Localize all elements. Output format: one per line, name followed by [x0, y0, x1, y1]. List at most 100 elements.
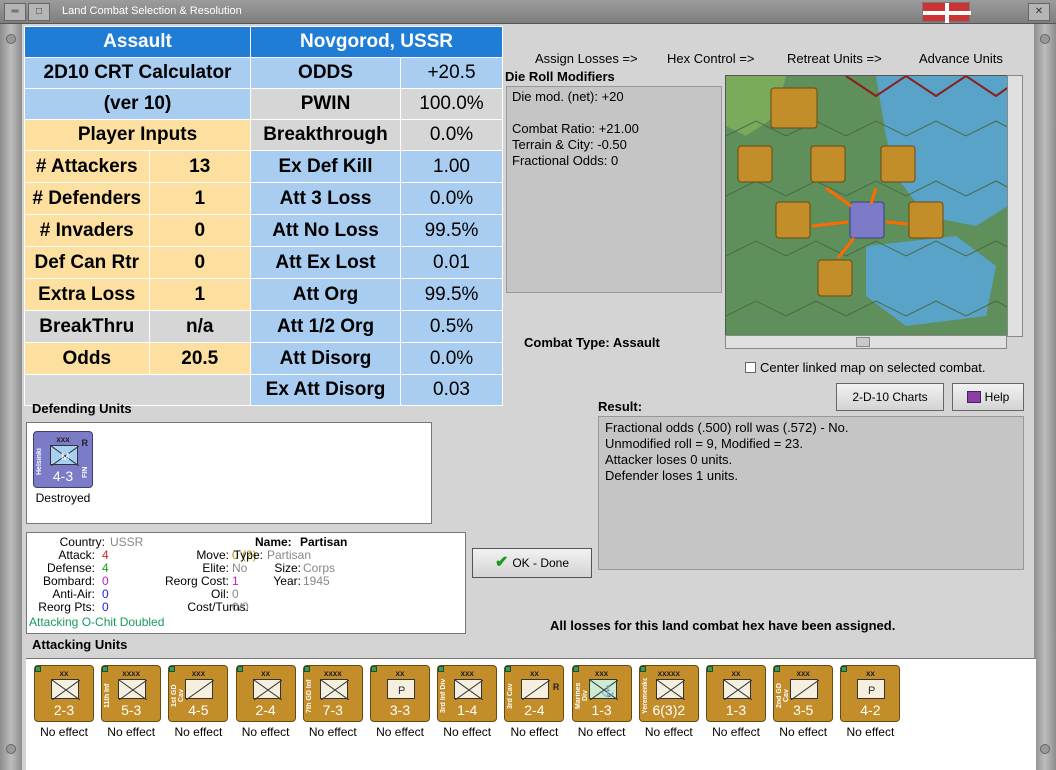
attacking-unit[interactable]: xx P 3-3 No effect — [368, 657, 432, 739]
result-label: PWIN — [250, 88, 401, 120]
attacking-unit[interactable]: xxxxx Yeremenko 6(3)2 No effect — [637, 657, 701, 739]
input-value[interactable]: 20.5 — [149, 343, 250, 374]
result-label: Att Org — [250, 278, 401, 311]
unit-size: xx — [731, 669, 741, 678]
unit-strength: 3-3 — [389, 702, 411, 718]
result-label: Ex Att Disorg — [250, 374, 401, 406]
input-label: Extra Loss — [25, 279, 150, 310]
defending-unit[interactable]: xxx Helsinki R FIN M 4-3 Destroyed — [31, 423, 95, 505]
center-link-option[interactable]: Center linked map on selected combat. — [745, 360, 985, 375]
infantry-icon — [319, 679, 349, 700]
attacking-unit[interactable]: xx P 4-2 No effect — [838, 657, 902, 739]
retreat-units-link[interactable]: Retreat Units => — [787, 51, 882, 66]
unit-status: No effect — [376, 725, 424, 739]
calc-header-hex: Novgorod, USSR — [250, 26, 503, 58]
input-label: Def Can Rtr — [25, 247, 150, 278]
unit-size: xxxx — [323, 669, 342, 678]
unit-side-letter: R — [552, 682, 560, 692]
unit-strength: 4-3 — [52, 468, 74, 484]
center-link-checkbox[interactable] — [745, 362, 756, 373]
unit-strength: 7-3 — [322, 702, 343, 718]
result-value: 99.5% — [400, 214, 503, 247]
attacking-unit[interactable]: xx 2-3 No effect — [32, 657, 96, 739]
unit-size: xxxxx — [657, 669, 680, 678]
hex-control-link[interactable]: Hex Control => — [667, 51, 754, 66]
attacking-unit[interactable]: xxx 2nd GD Cav 3-5 No effect — [771, 657, 835, 739]
restore-icon[interactable]: □ — [28, 3, 50, 21]
die-roll-line — [512, 105, 716, 121]
charts-button[interactable]: 2-D-10 Charts — [836, 383, 944, 411]
help-book-icon — [966, 391, 981, 403]
reorgpts-value: 0 — [102, 600, 109, 614]
unit-counter: xxxx 11th Inf 5-3 — [101, 665, 162, 722]
attacking-unit[interactable]: xx 1-3 No effect — [704, 657, 768, 739]
type-label: Type: — [233, 548, 263, 562]
attacking-unit[interactable]: xxxx 7th GD Inf 7-3 No effect — [301, 657, 365, 739]
unit-status: No effect — [107, 725, 156, 739]
input-row: # Defenders 1 — [24, 182, 251, 215]
combat-type: Combat Type: Assault — [524, 335, 660, 350]
result-label: Att Ex Lost — [250, 246, 401, 279]
unit-strength: 1-3 — [591, 702, 612, 718]
result-value: 0.0% — [400, 342, 503, 375]
input-value: n/a — [149, 311, 250, 342]
linked-map[interactable] — [725, 75, 1023, 337]
map-horizontal-scrollbar[interactable] — [725, 335, 1007, 349]
attacking-unit[interactable]: xxxx 11th Inf 5-3 No effect — [99, 657, 163, 739]
result-label: Att 3 Loss — [250, 182, 401, 215]
reorgpts-label: Reorg Pts: — [38, 600, 95, 614]
input-row: Def Can Rtr 0 — [24, 246, 251, 279]
year-value: 1945 — [303, 574, 330, 588]
help-button[interactable]: Help — [952, 383, 1024, 411]
cavalry-icon — [185, 679, 215, 700]
attacking-unit[interactable]: xx 3rd Cav R 2-4 No effect — [502, 657, 566, 739]
input-value[interactable]: 0 — [149, 215, 250, 246]
die-roll-line: Combat Ratio: +21.00 — [512, 121, 639, 136]
marine-icon: ⚓ — [588, 679, 618, 700]
combat-type-value: Assault — [612, 335, 660, 350]
input-value[interactable]: 0 — [149, 247, 250, 278]
result-label: Ex Def Kill — [250, 150, 401, 183]
crt-version: (ver 10) — [24, 88, 251, 120]
ochit-note: Attacking O-Chit Doubled — [29, 615, 165, 629]
input-label: # Defenders — [25, 183, 150, 214]
attacking-unit[interactable]: xxx Marines Div ⚓ 1-3 No effect — [570, 657, 634, 739]
ok-done-button[interactable]: ✔ OK - Done — [472, 548, 592, 578]
assign-losses-link[interactable]: Assign Losses => — [535, 51, 638, 66]
infantry-icon — [454, 679, 484, 700]
input-value[interactable]: 13 — [149, 151, 250, 182]
calc-header-type: Assault — [24, 26, 251, 58]
unit-counter: xxx 3rd Inf Div 1-4 — [437, 665, 498, 722]
unit-counter: xxx Marines Div ⚓ 1-3 — [571, 665, 632, 722]
input-value[interactable]: 1 — [149, 279, 250, 310]
country-value: USSR — [110, 535, 144, 549]
center-link-label: Center linked map on selected combat. — [760, 360, 986, 375]
result-box: Fractional odds (.500) roll was (.572) -… — [598, 416, 1024, 570]
attacking-unit[interactable]: xx 2-4 No effect — [234, 657, 298, 739]
system-menu-icon[interactable]: ═ — [4, 3, 26, 21]
infantry-icon — [723, 679, 752, 700]
attacking-unit[interactable]: xxx 1st GD Cav 4-5 No effect — [166, 657, 230, 739]
map-scroll-thumb[interactable] — [856, 337, 870, 347]
unit-strength: 5-3 — [121, 702, 142, 718]
result-value: 100.0% — [400, 88, 503, 120]
attacking-units-title: Attacking Units — [32, 637, 128, 652]
unit-status: No effect — [846, 725, 895, 739]
unit-strength: 1-3 — [725, 702, 747, 718]
close-icon[interactable]: ✕ — [1028, 3, 1050, 21]
result-value: 0.0% — [400, 182, 503, 215]
unit-counter: xxxxx Yeremenko 6(3)2 — [638, 665, 699, 722]
unit-counter: xx 3rd Cav R 2-4 — [504, 665, 565, 722]
attacking-unit[interactable]: xxx 3rd Inf Div 1-4 No effect — [435, 657, 499, 739]
unit-status: No effect — [443, 725, 492, 739]
unit-counter: xx P 3-3 — [370, 665, 430, 722]
unit-status: No effect — [308, 725, 357, 739]
input-value[interactable]: 1 — [149, 183, 250, 214]
unit-strength: 4-2 — [860, 702, 881, 718]
advance-units-link[interactable]: Advance Units — [919, 51, 1003, 66]
right-frame — [1034, 24, 1056, 770]
nation-flag-icon — [922, 2, 971, 23]
map-vertical-scrollbar[interactable] — [1007, 75, 1023, 337]
result-value: 0.5% — [400, 310, 503, 343]
unit-size: xx — [261, 669, 271, 678]
